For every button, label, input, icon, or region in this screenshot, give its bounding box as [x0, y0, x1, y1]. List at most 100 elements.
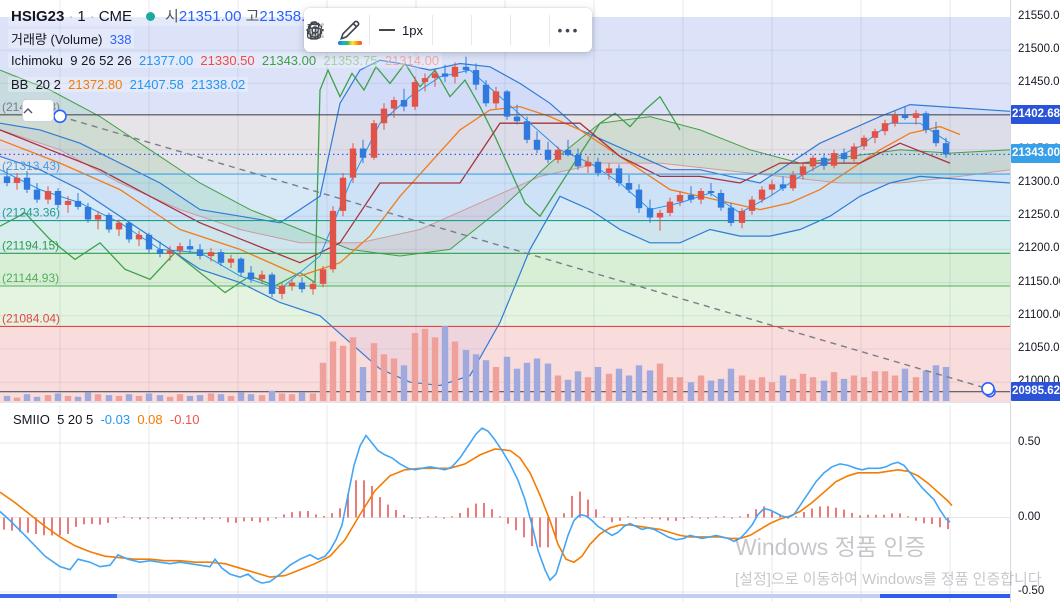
trendline-handle-start[interactable] — [54, 110, 66, 122]
separator: · — [64, 8, 77, 25]
volume-bar — [555, 376, 561, 402]
volume-bar — [647, 370, 653, 401]
candle-body — [146, 235, 152, 250]
volume-bar — [116, 396, 122, 401]
line-width-icon — [379, 29, 395, 31]
candle-body — [800, 166, 806, 175]
smiio-axis-tick: 0.50 — [1018, 436, 1040, 448]
bollinger-legend[interactable]: BB 20 2 21372.80 21407.58 21338.02 — [8, 77, 248, 92]
volume-bar — [463, 350, 469, 401]
candle-body — [4, 176, 10, 183]
candle-body — [483, 85, 489, 104]
ichimoku-legend[interactable]: Ichimoku 9 26 52 26 21377.00 21330.50 21… — [8, 53, 442, 68]
candle-body — [412, 82, 418, 107]
more-options-button[interactable]: ••• — [550, 12, 588, 48]
interval[interactable]: 1 — [77, 8, 85, 25]
ichimoku-cloud — [690, 127, 700, 167]
candle-body — [575, 155, 581, 166]
candle-body — [555, 150, 561, 160]
candle-body — [65, 201, 71, 205]
volume-bar — [504, 357, 510, 401]
candle-body — [34, 190, 40, 200]
candle-body — [279, 286, 285, 294]
volume-bar — [545, 364, 551, 401]
volume-bar — [14, 398, 20, 401]
volume-bar — [688, 382, 694, 401]
candle-body — [545, 150, 551, 160]
candle-body — [289, 283, 295, 286]
candle-body — [208, 252, 214, 256]
volume-bar — [259, 395, 265, 401]
volume-bar — [146, 393, 152, 401]
price-axis-tick: 21500.00 — [1018, 43, 1060, 55]
volume-bar — [493, 367, 499, 401]
price-axis-tick: 21200.00 — [1018, 242, 1060, 254]
volume-bar — [177, 394, 183, 401]
settings-button[interactable] — [433, 12, 471, 48]
smiio-legend[interactable]: SMIIO 5 20 5 -0.03 0.08 -0.10 — [10, 412, 203, 427]
candle-body — [371, 123, 377, 158]
horizontal-scrollbar-segment[interactable] — [880, 594, 1010, 598]
candle-body — [187, 246, 193, 249]
ichimoku-cloud — [710, 134, 720, 170]
candle-body — [514, 117, 520, 122]
delete-button[interactable] — [511, 12, 549, 48]
high-label: 고 — [246, 8, 260, 25]
volume-bar — [24, 394, 30, 401]
price-axis[interactable]: 21550.0021500.0021450.0021350.0021300.00… — [1010, 0, 1060, 602]
volume-bar — [698, 376, 704, 402]
ichimoku-value-3: 21343.00 — [262, 53, 316, 68]
candle-body — [565, 150, 571, 155]
lock-button[interactable] — [472, 12, 510, 48]
volume-bar — [565, 380, 571, 401]
drawing-toolbar: 1px ••• — [304, 8, 592, 52]
smiio-indicator-pane[interactable] — [0, 405, 1010, 602]
candle-body — [892, 115, 898, 123]
price-axis-tick: 21150.00 — [1018, 276, 1060, 288]
volume-bar — [821, 381, 827, 401]
volume-bar — [422, 329, 428, 401]
candle-body — [749, 200, 755, 211]
volume-bar — [616, 369, 622, 401]
candle-body — [739, 211, 745, 223]
price-badge: 21402.68 — [1011, 105, 1060, 124]
volume-bar — [667, 377, 673, 401]
color-picker-button[interactable] — [331, 12, 369, 48]
ichimoku-cloud — [640, 117, 650, 163]
candle-body — [95, 215, 101, 220]
horizontal-scrollbar-segment[interactable] — [117, 594, 880, 598]
candle-body — [841, 153, 847, 159]
candle-body — [902, 115, 908, 118]
volume-bar — [677, 377, 683, 401]
bb-value-2: 21407.58 — [130, 77, 184, 92]
candle-body — [728, 208, 734, 223]
candle-body — [882, 123, 888, 131]
candle-body — [585, 162, 591, 167]
volume-bar — [657, 364, 663, 401]
smiio-axis-tick: 0.00 — [1018, 511, 1040, 523]
volume-bar — [320, 363, 326, 401]
ichimoku-cloud — [740, 146, 750, 173]
volume-bar — [606, 374, 612, 401]
candle-body — [595, 162, 601, 173]
volume-bar — [401, 365, 407, 401]
candle-body — [238, 259, 244, 273]
candle-body — [534, 140, 540, 150]
symbol-name[interactable]: HSIG23 — [11, 8, 64, 25]
candle-body — [360, 149, 366, 158]
ichimoku-cloud — [650, 117, 660, 163]
pane-separator[interactable] — [0, 402, 1010, 403]
candle-body — [913, 113, 919, 118]
exchange[interactable]: CME — [99, 8, 132, 25]
bb-value-3: 21338.02 — [191, 77, 245, 92]
volume-bar — [636, 365, 642, 401]
ichimoku-title: Ichimoku — [11, 53, 63, 68]
volume-legend[interactable]: 거래량 (Volume) 338 — [8, 29, 134, 48]
line-width-button[interactable]: 1px — [370, 12, 432, 48]
horizontal-scrollbar-segment[interactable] — [0, 594, 117, 598]
collapse-indicators-button[interactable] — [22, 99, 54, 122]
candle-body — [330, 211, 336, 269]
candle-body — [340, 178, 346, 211]
trendline-handle-end[interactable] — [982, 383, 994, 395]
candle-body — [442, 73, 448, 76]
